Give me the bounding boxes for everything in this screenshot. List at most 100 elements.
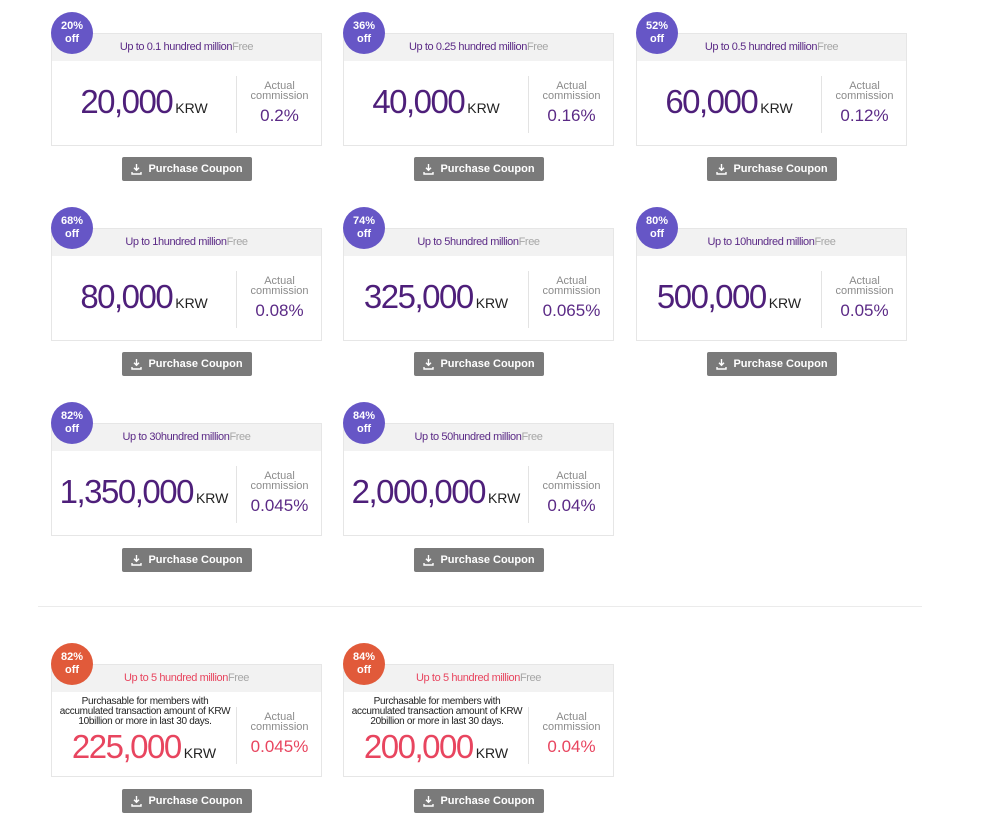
discount-badge: 52% off (636, 12, 678, 54)
commission-value: 0.16% (547, 106, 596, 125)
free-label: Free (817, 41, 839, 53)
commission: Actual commission 0.05% (823, 276, 906, 321)
price-unit: KRW (467, 100, 500, 116)
price-unit: KRW (768, 295, 802, 311)
commission-value: 0.12% (840, 106, 889, 125)
download-icon (716, 163, 728, 175)
divider (236, 466, 237, 523)
download-icon (716, 358, 728, 370)
price: 80,000 KRW (52, 278, 236, 316)
commission-value: 0.04% (547, 737, 596, 756)
coupon-ticket: Up to 50hundred millionFree 2,000,000 KRW… (343, 423, 614, 536)
commission-label: Actual commission (542, 80, 601, 102)
commission-value: 0.045% (250, 496, 309, 515)
discount-badge: 20% off (51, 12, 93, 54)
coupon-ticket: Up to 0.25 hundred millionFree 40,000 KRW… (343, 33, 614, 146)
price-value: 1,350,000 (59, 473, 195, 510)
commission: Actual commission 0.16% (530, 81, 613, 126)
price-value: 500,000 (656, 278, 767, 315)
divider (821, 271, 822, 328)
purchase-coupon-label: Purchase Coupon (733, 163, 828, 175)
purchase-coupon-button[interactable]: Purchase Coupon (414, 548, 544, 572)
purchase-coupon-label: Purchase Coupon (148, 163, 243, 175)
purchase-coupon-button[interactable]: Purchase Coupon (414, 352, 544, 376)
download-icon (423, 163, 435, 175)
commission-label: Actual commission (250, 470, 309, 492)
price: 40,000 KRW (344, 83, 528, 121)
discount-badge: 84% off (343, 402, 385, 444)
price-value: 40,000 (372, 83, 465, 120)
commission-label: Actual commission (542, 275, 601, 297)
eligibility-note: Purchasable for members with accumulated… (351, 696, 523, 727)
free-label: Free (518, 236, 540, 248)
free-label: Free (526, 41, 549, 53)
commission-label: Actual commission (835, 275, 894, 297)
commission: Actual commission 0.04% (530, 712, 613, 757)
price: 500,000 KRW (637, 278, 821, 316)
commission-value: 0.045% (250, 737, 309, 756)
purchase-coupon-button[interactable]: Purchase Coupon (122, 789, 252, 813)
download-icon (423, 554, 435, 566)
limit-text: Up to 0.1 hundred million (119, 41, 233, 53)
price-unit: KRW (475, 295, 509, 311)
commission: Actual commission 0.2% (238, 81, 321, 126)
price-unit: KRW (183, 745, 217, 761)
price-value: 225,000 (71, 728, 182, 765)
purchase-coupon-button[interactable]: Purchase Coupon (122, 157, 252, 181)
commission-label: Actual commission (542, 470, 601, 492)
limit-text: Up to 5 hundred million (124, 672, 228, 684)
purchase-coupon-button[interactable]: Purchase Coupon (414, 157, 544, 181)
purchase-coupon-label: Purchase Coupon (733, 358, 828, 370)
discount-badge: 80% off (636, 207, 678, 249)
limit-text: Up to 0.5 hundred million (704, 41, 818, 53)
commission: Actual commission 0.08% (238, 276, 321, 321)
price-value: 200,000 (363, 728, 474, 765)
divider (528, 466, 529, 523)
purchase-coupon-button[interactable]: Purchase Coupon (122, 352, 252, 376)
limit-text: Up to 5hundred million (417, 236, 519, 248)
purchase-coupon-label: Purchase Coupon (148, 554, 243, 566)
coupon-ticket: Up to 5hundred millionFree 325,000 KRW Ac… (343, 228, 614, 341)
price-unit: KRW (175, 295, 208, 311)
commission-value: 0.065% (542, 301, 601, 320)
price-value: 60,000 (665, 83, 758, 120)
commission-value: 0.08% (255, 301, 304, 320)
coupon-ticket: Up to 5 hundred millionFree Purchasable … (343, 664, 614, 777)
commission-label: Actual commission (542, 711, 601, 733)
limit-text: Up to 10hundred million (707, 236, 815, 248)
price-unit: KRW (487, 490, 521, 506)
discount-badge: 74% off (343, 207, 385, 249)
purchase-coupon-button[interactable]: Purchase Coupon (707, 157, 837, 181)
discount-badge: 68% off (51, 207, 93, 249)
commission: Actual commission 0.045% (238, 471, 321, 516)
coupon-ticket: Up to 10hundred millionFree 500,000 KRW A… (636, 228, 907, 341)
commission: Actual commission 0.065% (530, 276, 613, 321)
limit-text: Up to 0.25 hundred million (408, 41, 527, 53)
coupon-ticket: Up to 5 hundred millionFree Purchasable … (51, 664, 322, 777)
commission-label: Actual commission (250, 275, 309, 297)
price-unit: KRW (760, 100, 793, 116)
divider (528, 76, 529, 133)
coupon-ticket: Up to 1hundred millionFree 80,000 KRW Act… (51, 228, 322, 341)
commission-label: Actual commission (835, 80, 894, 102)
coupon-ticket: Up to 30hundred millionFree 1,350,000 KRW… (51, 423, 322, 536)
purchase-coupon-button[interactable]: Purchase Coupon (707, 352, 837, 376)
purchase-coupon-button[interactable]: Purchase Coupon (414, 789, 544, 813)
divider (821, 76, 822, 133)
download-icon (131, 554, 143, 566)
divider (528, 271, 529, 328)
price: 20,000 KRW (52, 83, 236, 121)
commission: Actual commission 0.12% (823, 81, 906, 126)
purchase-coupon-label: Purchase Coupon (440, 554, 535, 566)
purchase-coupon-button[interactable]: Purchase Coupon (122, 548, 252, 572)
section-divider (38, 606, 922, 607)
purchase-coupon-label: Purchase Coupon (148, 795, 243, 807)
purchase-coupon-label: Purchase Coupon (148, 358, 243, 370)
free-label: Free (521, 431, 543, 443)
price-value: 80,000 (80, 278, 173, 315)
coupon-ticket: Up to 0.1 hundred millionFree 20,000 KRW … (51, 33, 322, 146)
divider (236, 271, 237, 328)
eligibility-note: Purchasable for members with accumulated… (59, 696, 231, 727)
coupon-ticket: Up to 0.5 hundred millionFree 60,000 KRW … (636, 33, 907, 146)
commission-label: Actual commission (250, 80, 309, 102)
